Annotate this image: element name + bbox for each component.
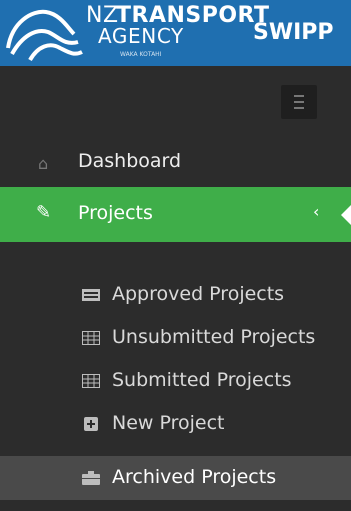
- menu-line: [294, 107, 304, 109]
- subnav-item-submitted-projects[interactable]: Submitted Projects: [0, 359, 351, 403]
- subnav-item-unsubmitted-projects[interactable]: Unsubmitted Projects: [0, 316, 351, 360]
- subnav-label: Archived Projects: [112, 466, 277, 488]
- subnav-item-archived-projects[interactable]: Archived Projects: [0, 456, 351, 500]
- table-icon: [82, 331, 100, 345]
- nav-item-label: Dashboard: [78, 150, 182, 172]
- archive-icon: [82, 471, 100, 485]
- logo-agency-text: AGENCY: [98, 24, 184, 48]
- subnav-label: Unsubmitted Projects: [112, 326, 316, 348]
- active-pointer: [341, 205, 351, 225]
- logo-mark-icon: [6, 9, 83, 62]
- nav-item-label: Projects: [78, 202, 153, 224]
- subnav-label: Approved Projects: [112, 283, 285, 305]
- nav-item-dashboard[interactable]: ⌂ Dashboard: [0, 136, 351, 186]
- sidebar-toggle-button[interactable]: [281, 85, 317, 119]
- home-icon: ⌂: [38, 154, 49, 173]
- edit-icon: ✎: [36, 202, 52, 223]
- table-icon: [82, 374, 100, 388]
- chevron-left-icon[interactable]: ‹: [313, 202, 319, 221]
- menu-line: [294, 101, 304, 103]
- subnav-label: New Project: [112, 412, 225, 434]
- app-window: NZ TRANSPORT AGENCY WAKA KOTAHI SWIPP ⌂ …: [0, 0, 351, 511]
- logo-subtitle: WAKA KOTAHI: [120, 51, 162, 58]
- subnav-label: Submitted Projects: [112, 369, 292, 391]
- plus-square-icon: [84, 417, 98, 431]
- menu-line: [294, 95, 304, 97]
- approved-list-icon: [82, 289, 100, 301]
- subnav-item-approved-projects[interactable]: Approved Projects: [0, 273, 351, 317]
- subnav-item-new-project[interactable]: New Project: [0, 402, 351, 446]
- nav-item-projects[interactable]: ✎ Projects ‹: [0, 187, 351, 242]
- sidebar: ⌂ Dashboard ✎ Projects ‹ Approved Projec…: [0, 66, 351, 511]
- nzta-logo[interactable]: NZ TRANSPORT AGENCY WAKA KOTAHI: [0, 0, 269, 66]
- header-bar: NZ TRANSPORT AGENCY WAKA KOTAHI SWIPP: [0, 0, 351, 66]
- app-name: SWIPP: [253, 20, 334, 45]
